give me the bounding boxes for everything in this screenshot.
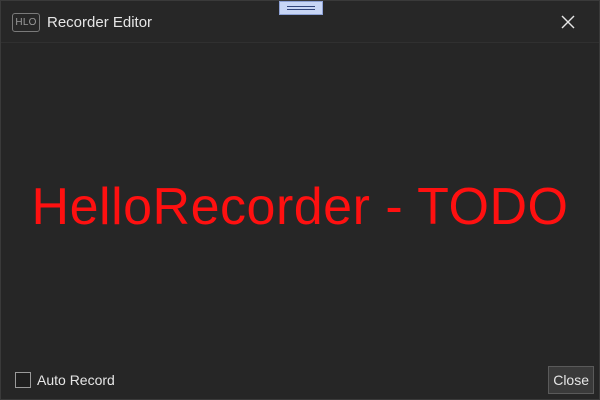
drag-handle-icon[interactable] (279, 1, 323, 15)
auto-record-label: Auto Record (37, 372, 115, 388)
close-button[interactable]: Close (548, 366, 594, 394)
window-title: Recorder Editor (47, 14, 153, 31)
app-logo-icon: HLO (12, 13, 40, 32)
footer-bar: Auto Record Close (1, 357, 599, 399)
editor-content: HelloRecorder - TODO (1, 43, 599, 357)
checkbox-box[interactable] (15, 372, 31, 388)
placeholder-message: HelloRecorder - TODO (31, 178, 569, 236)
close-icon[interactable] (555, 9, 581, 35)
recorder-editor-window: HLO Recorder Editor HelloRecorder - TODO… (0, 0, 600, 400)
auto-record-checkbox[interactable]: Auto Record (15, 370, 115, 390)
